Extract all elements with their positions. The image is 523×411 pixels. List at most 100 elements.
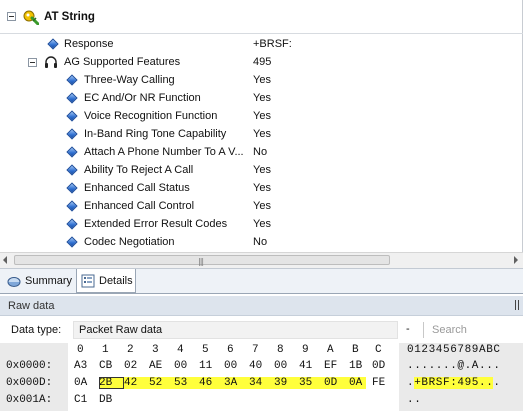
hex-byte[interactable]: 0A — [74, 377, 91, 389]
scroll-right-arrow-icon[interactable] — [514, 256, 518, 264]
tree-row-label: Three-Way Calling — [84, 74, 175, 86]
at-string-title: AT String — [44, 11, 95, 23]
hex-byte-selected[interactable]: 42 — [124, 377, 149, 389]
hex-byte-selected[interactable]: 53 — [174, 377, 199, 389]
hex-byte-selected[interactable]: 2B — [99, 377, 124, 389]
field-icon — [66, 200, 78, 212]
hex-col-header: 7 — [252, 344, 259, 356]
tree-row-value: Yes — [253, 200, 271, 212]
field-icon — [66, 218, 78, 230]
ascii-row[interactable]: .. — [407, 394, 421, 406]
hex-col-header: 0 — [77, 344, 84, 356]
hex-byte[interactable]: 02 — [124, 360, 141, 372]
hex-byte[interactable]: 00 — [174, 360, 191, 372]
tree-horizontal-scrollbar[interactable]: ||| — [0, 252, 523, 268]
pin-icon[interactable] — [515, 300, 519, 310]
tree-row-enhanced-call-control[interactable]: Enhanced Call Control Yes — [0, 197, 523, 215]
ascii-row-selected[interactable]: .+BRSF:495... — [407, 377, 501, 389]
data-type-select[interactable]: Packet Raw data — [73, 321, 398, 339]
hex-byte[interactable]: EF — [324, 360, 341, 372]
hex-byte[interactable]: 41 — [299, 360, 316, 372]
search-input[interactable]: Search — [432, 324, 467, 336]
field-icon — [66, 128, 78, 140]
hex-byte[interactable]: 1B — [349, 360, 366, 372]
hex-byte[interactable]: CB — [99, 360, 116, 372]
hex-col-header: 2 — [127, 344, 134, 356]
collapse-toggle-ag-features[interactable] — [28, 58, 37, 67]
tree-row-ec-nr-function[interactable]: EC And/Or NR Function Yes — [0, 89, 523, 107]
tree-row-label: Response — [64, 38, 114, 50]
hex-col-header: 3 — [152, 344, 159, 356]
field-icon — [66, 74, 78, 86]
tree-row-value: Yes — [253, 164, 271, 176]
hex-byte-selected[interactable]: 46 — [199, 377, 224, 389]
scrollbar-thumb[interactable]: ||| — [14, 255, 390, 266]
hex-byte-selected[interactable]: 0D — [324, 377, 349, 389]
ascii-header: 0123456789ABC — [407, 344, 501, 356]
tree-row-label: In-Band Ring Tone Capability — [84, 128, 227, 140]
tree-row-ag-supported-features[interactable]: AG Supported Features 495 — [0, 53, 523, 71]
hex-byte[interactable]: DB — [99, 394, 116, 406]
hex-byte[interactable]: 40 — [249, 360, 266, 372]
field-icon — [66, 92, 78, 104]
hex-byte-selected[interactable]: 3A — [224, 377, 249, 389]
tree-row-three-way-calling[interactable]: Three-Way Calling Yes — [0, 71, 523, 89]
tree-row-enhanced-call-status[interactable]: Enhanced Call Status Yes — [0, 179, 523, 197]
tree-row-label: Ability To Reject A Call — [84, 164, 194, 176]
hex-byte[interactable]: 00 — [274, 360, 291, 372]
tree-row-in-band-ring-tone[interactable]: In-Band Ring Tone Capability Yes — [0, 125, 523, 143]
hex-byte-selected[interactable]: 34 — [249, 377, 274, 389]
hex-byte[interactable]: C1 — [74, 394, 91, 406]
raw-data-title: Raw data — [8, 300, 55, 312]
tab-summary[interactable]: Summary — [3, 271, 74, 292]
hex-byte[interactable]: A3 — [74, 360, 91, 372]
tree-row-response[interactable]: Response +BRSF: — [0, 35, 523, 53]
tab-details-label: Details — [99, 275, 133, 287]
tree-row-extended-error-codes[interactable]: Extended Error Result Codes Yes — [0, 215, 523, 233]
tab-details[interactable]: Details — [76, 269, 136, 293]
hex-col-header: 5 — [202, 344, 209, 356]
header-divider — [0, 33, 523, 34]
raw-data-panel: Raw data Data type: Packet Raw data - Se… — [0, 294, 523, 411]
headset-icon — [45, 56, 57, 68]
tree-row-value: Yes — [253, 218, 271, 230]
hex-view[interactable]: 0 1 2 3 4 5 6 7 8 9 A B C 0123456789ABC … — [0, 343, 523, 411]
hex-byte[interactable]: 11 — [199, 360, 216, 372]
view-tab-bar: Summary Details — [0, 268, 523, 294]
hex-col-header: 9 — [302, 344, 309, 356]
hex-col-header: 8 — [277, 344, 284, 356]
hex-byte-selected[interactable]: 52 — [149, 377, 174, 389]
tree-row-label: Attach A Phone Number To A V... — [84, 146, 244, 158]
hex-byte[interactable]: 0D — [372, 360, 389, 372]
hex-byte[interactable]: 00 — [224, 360, 241, 372]
hex-byte-selected[interactable]: 39 — [274, 377, 299, 389]
scroll-left-arrow-icon[interactable] — [3, 256, 7, 264]
hex-byte[interactable]: FE — [372, 377, 389, 389]
data-type-value: Packet Raw data — [79, 324, 163, 336]
tree-row-value: Yes — [253, 182, 271, 194]
hex-col-header: 4 — [177, 344, 184, 356]
tree-row-label: Extended Error Result Codes — [84, 218, 228, 230]
tree-row-value: No — [253, 236, 268, 248]
hex-byte-selected[interactable]: 35 — [299, 377, 324, 389]
tree-row-voice-recognition[interactable]: Voice Recognition Function Yes — [0, 107, 523, 125]
hex-byte[interactable]: AE — [149, 360, 166, 372]
tree-row-value: No — [253, 146, 268, 158]
grip-icon: ||| — [198, 257, 204, 266]
tree-row-reject-call[interactable]: Ability To Reject A Call Yes — [0, 161, 523, 179]
collapse-button[interactable]: - — [406, 323, 410, 335]
field-icon — [66, 236, 78, 248]
ascii-row[interactable]: .......@.A... — [407, 360, 501, 372]
hex-byte-selected[interactable]: 0A — [349, 377, 366, 389]
tree-row-value: Yes — [253, 74, 271, 86]
tree-row-codec-negotiation[interactable]: Codec Negotiation No — [0, 233, 523, 251]
hex-address: 0x001A: — [6, 394, 53, 406]
data-type-bar: Data type: Packet Raw data - Search — [0, 319, 523, 341]
collapse-toggle-at-string[interactable] — [7, 12, 16, 21]
hex-col-header: B — [352, 344, 359, 356]
tree-row-attach-phone-number[interactable]: Attach A Phone Number To A V... No — [0, 143, 523, 161]
field-icon — [47, 38, 59, 50]
data-type-label: Data type: — [11, 324, 62, 336]
divider — [423, 322, 424, 338]
tree-row-label: Enhanced Call Status — [84, 182, 190, 194]
